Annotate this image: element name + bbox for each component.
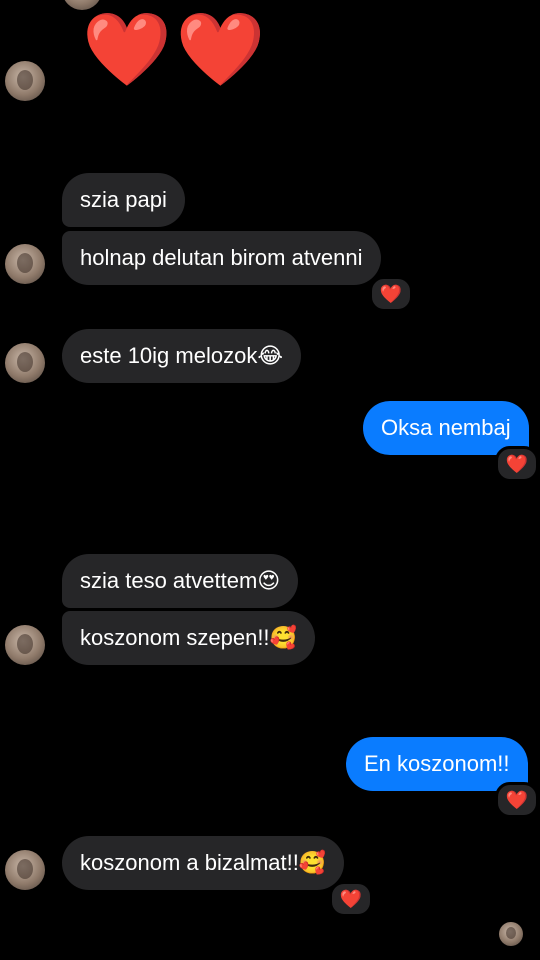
message-bubble-outgoing[interactable]: En koszonom!! <box>346 737 528 791</box>
read-receipt-avatar <box>499 922 523 946</box>
contact-avatar[interactable] <box>5 850 45 890</box>
big-heart-icons: ❤️❤️ <box>82 10 270 90</box>
heart-reaction-icon[interactable]: ❤️ <box>495 782 539 818</box>
contact-avatar[interactable] <box>5 244 45 284</box>
contact-avatar[interactable] <box>5 61 45 101</box>
message-bubble-incoming[interactable]: este 10ig melozok😂 <box>62 329 302 383</box>
message-bubble-incoming[interactable]: szia papi <box>62 173 185 227</box>
message-bubble-incoming[interactable]: holnap delutan birom atvenni <box>62 231 381 285</box>
contact-avatar[interactable] <box>5 625 45 665</box>
message-bubble-incoming[interactable]: szia teso atvettem😍 <box>62 554 299 608</box>
heart-reaction-icon[interactable]: ❤️ <box>369 276 413 312</box>
contact-avatar[interactable] <box>5 343 45 383</box>
message-bubble-incoming[interactable]: koszonom szepen!!🥰 <box>62 611 315 665</box>
contact-avatar-top[interactable] <box>62 0 102 10</box>
message-bubble-incoming[interactable]: koszonom a bizalmat!!🥰 <box>62 836 345 890</box>
heart-reaction-icon[interactable]: ❤️ <box>329 881 373 917</box>
heart-reaction-icon[interactable]: ❤️ <box>495 446 539 482</box>
